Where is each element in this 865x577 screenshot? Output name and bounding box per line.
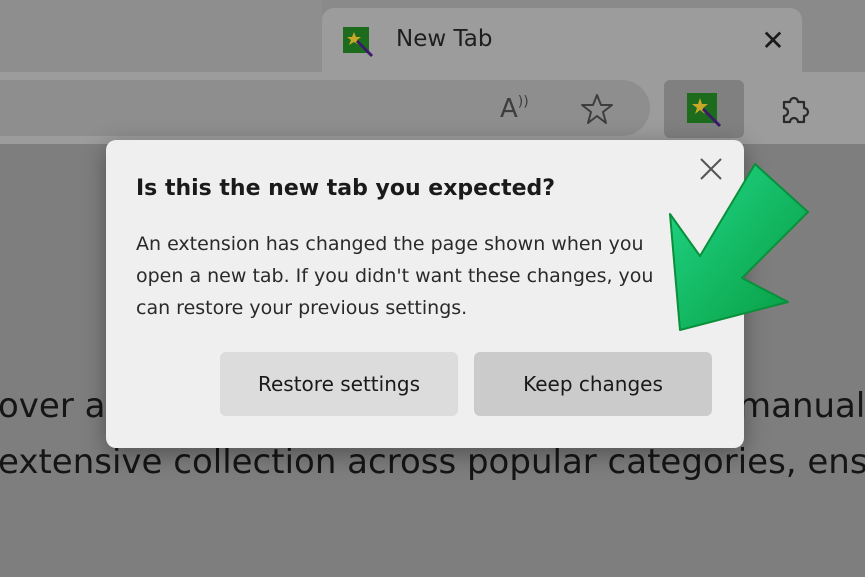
address-bar[interactable]: [0, 80, 650, 136]
page-text-line: extensive collection across popular cate…: [0, 442, 865, 482]
favorite-star-icon[interactable]: [580, 92, 614, 126]
extension-button[interactable]: [664, 80, 744, 138]
close-icon[interactable]: ✕: [758, 26, 788, 56]
toolbar: A)): [0, 72, 865, 144]
tab-new-tab[interactable]: New Tab ✕: [322, 8, 802, 72]
read-aloud-icon[interactable]: A)): [500, 94, 529, 124]
dialog-message: An extension has changed the page shown …: [136, 233, 654, 319]
pointer-arrow-icon: [669, 163, 809, 331]
magic-wand-icon: [343, 27, 374, 58]
magic-wand-icon: [687, 93, 722, 128]
page-text-line: over a: [0, 386, 106, 426]
keep-changes-button[interactable]: Keep changes: [474, 352, 712, 416]
tab-title: New Tab: [396, 26, 493, 52]
tab-strip: New Tab ✕: [0, 0, 865, 72]
tab-strip-empty: [0, 0, 322, 72]
restore-settings-button[interactable]: Restore settings: [220, 352, 458, 416]
dialog-title: Is this the new tab you expected?: [136, 176, 556, 201]
page-text-line: manual: [738, 386, 865, 426]
extensions-puzzle-icon[interactable]: [776, 90, 812, 126]
